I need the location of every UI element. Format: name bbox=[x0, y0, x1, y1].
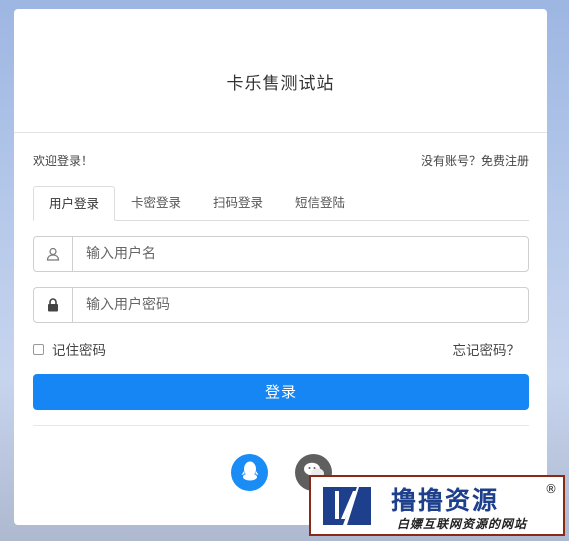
qq-login-button[interactable] bbox=[231, 454, 268, 491]
bottom-divider bbox=[33, 425, 529, 426]
tab-qrcode-login[interactable]: 扫码登录 bbox=[197, 186, 279, 220]
qq-icon bbox=[240, 460, 260, 486]
register-link[interactable]: 没有账号？免费注册 bbox=[421, 152, 529, 169]
login-button[interactable]: 登录 bbox=[33, 374, 529, 410]
remember-label: 记住密码 bbox=[52, 343, 106, 359]
tab-sms-login[interactable]: 短信登陆 bbox=[279, 186, 361, 220]
forgot-password-link[interactable]: 忘记密码？ bbox=[453, 339, 521, 359]
login-card: 卡乐售测试站 欢迎登录！ 没有账号？免费注册 用户登录 卡密登录 扫码登录 短信… bbox=[14, 9, 547, 525]
user-icon bbox=[34, 237, 73, 271]
tab-user-login[interactable]: 用户登录 bbox=[33, 186, 115, 221]
username-field bbox=[33, 236, 529, 272]
remember-checkbox[interactable] bbox=[33, 343, 44, 355]
watermark-emblem-icon bbox=[319, 483, 375, 529]
username-input[interactable] bbox=[74, 237, 528, 271]
watermark-main-text: 撸撸资源 bbox=[391, 486, 500, 515]
password-field bbox=[33, 287, 529, 323]
site-title: 卡乐售测试站 bbox=[226, 74, 335, 94]
watermark-sub-text: 白嫖互联网资源的网站 bbox=[397, 517, 528, 531]
title-divider bbox=[14, 132, 547, 133]
watermark-registered-mark: ® bbox=[545, 482, 557, 496]
remember-password: 记住密码 bbox=[33, 339, 106, 359]
login-tabs: 用户登录 卡密登录 扫码登录 短信登陆 bbox=[33, 186, 529, 221]
tab-card-login[interactable]: 卡密登录 bbox=[115, 186, 197, 220]
password-input[interactable] bbox=[74, 288, 528, 322]
watermark-logo: 撸撸资源 ® 白嫖互联网资源的网站 bbox=[309, 475, 565, 536]
lock-icon bbox=[34, 288, 73, 322]
welcome-text: 欢迎登录！ bbox=[33, 154, 94, 168]
